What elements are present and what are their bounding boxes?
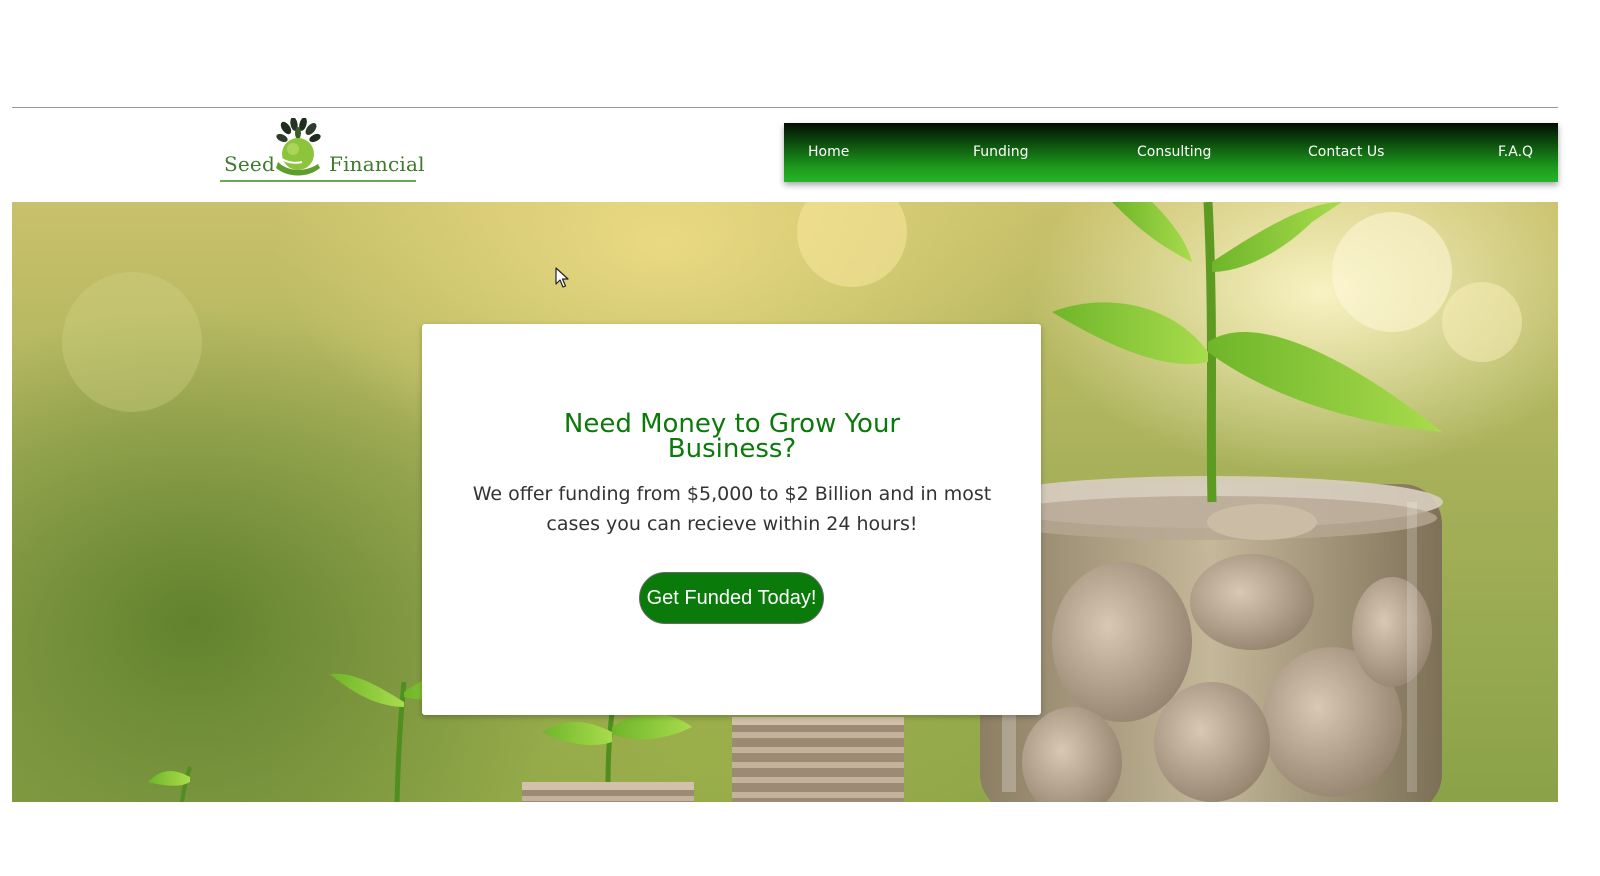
page: Seed Financial Home Funding Consulting C…: [0, 0, 1600, 876]
nav-funding[interactable]: Funding: [973, 123, 1029, 182]
hero-title: Need Money to Grow Your Business?: [563, 409, 901, 464]
nav-home[interactable]: Home: [808, 123, 849, 182]
nav-contact-us[interactable]: Contact Us: [1308, 123, 1384, 182]
nav-faq[interactable]: F.A.Q: [1498, 123, 1533, 182]
hero-card: Need Money to Grow Your Business? We off…: [422, 324, 1041, 715]
logo[interactable]: Seed Financial: [220, 118, 424, 186]
nav-consulting[interactable]: Consulting: [1137, 123, 1211, 182]
get-funded-button[interactable]: Get Funded Today!: [639, 572, 824, 624]
mouse-cursor-icon: [555, 267, 569, 288]
leaf-hand-icon: [276, 118, 321, 176]
logo-underline: [220, 180, 416, 182]
logo-word-seed: Seed: [224, 152, 275, 176]
logo-word-financial: Financial: [329, 152, 425, 176]
hero-description: We offer funding from $5,000 to $2 Billi…: [472, 483, 992, 535]
main-nav: Home Funding Consulting Contact Us F.A.Q: [784, 123, 1558, 182]
header-divider: [12, 107, 1558, 108]
